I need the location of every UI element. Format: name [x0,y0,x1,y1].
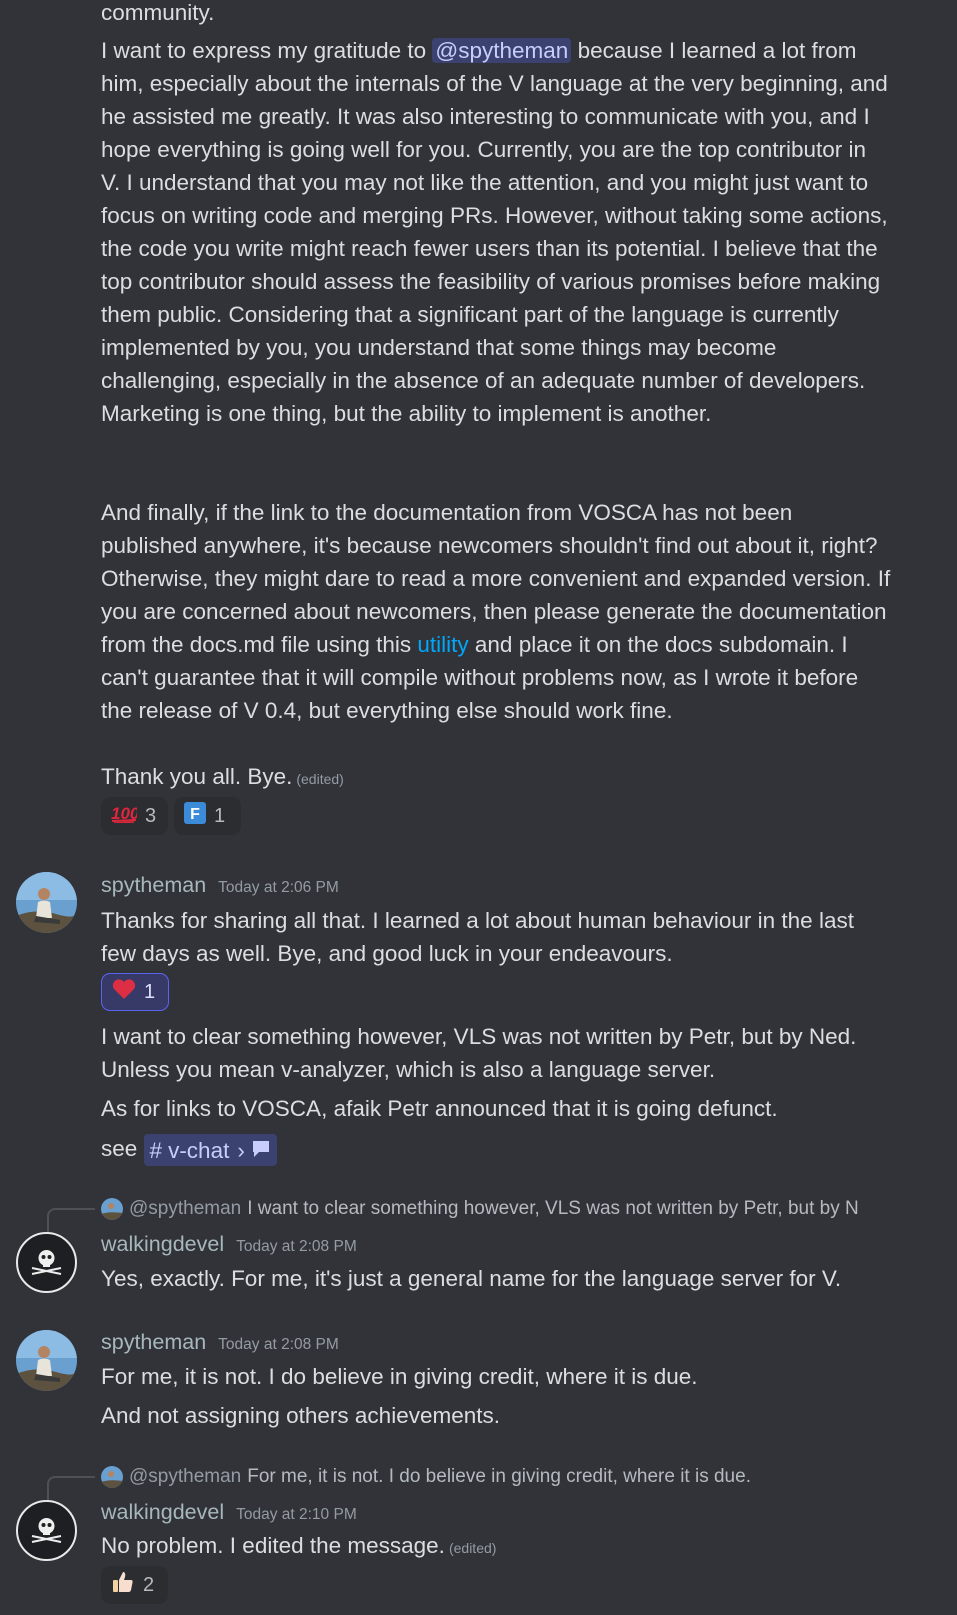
regional-f-icon: F [184,802,206,830]
reply-reference[interactable]: @spytheman For me, it is not. I do believ… [101,1464,891,1490]
username[interactable]: spytheman [101,873,206,897]
timestamp[interactable]: Today at 2:08 PM [218,1336,339,1353]
thread-bubble-icon [251,1134,271,1167]
jolly-roger-icon [19,1503,74,1558]
message-text: see # v-chat › [101,1132,891,1167]
reply-avatar [101,1197,123,1220]
reply-connector [47,1208,95,1234]
jolly-roger-icon [19,1235,74,1290]
message-text: I want to clear something however, VLS w… [101,1024,857,1082]
message-text: And not assigning others achievements. [101,1403,500,1428]
channel-mention[interactable]: # v-chat › [143,1134,277,1167]
message-header: spytheman Today at 2:08 PM [101,1330,339,1355]
message-header: spytheman Today at 2:06 PM [101,873,339,898]
user-photo-icon [16,1330,77,1391]
message-paragraph: I want to express my gratitude to @spyth… [101,38,888,426]
avatar[interactable] [16,1232,77,1293]
utility-link[interactable]: utility [417,632,468,657]
message-text: No problem. I edited the message. (edited… [101,1533,497,1558]
chevron-right-icon: › [237,1137,245,1163]
reaction-100[interactable]: 100 3 [101,797,168,835]
edited-label: (edited) [448,1540,497,1556]
message-header: walkingdevel Today at 2:10 PM [101,1500,357,1525]
100-icon: 100 [111,803,140,829]
thumbs-up-icon [111,1570,135,1600]
user-photo-icon [16,872,77,933]
message-text: Thanks for sharing all that. I learned a… [101,908,854,966]
message-text: For me, it is not. I do believe in givin… [101,1364,698,1389]
reply-avatar [101,1465,123,1488]
hash-icon: # [149,1137,163,1163]
reply-connector [47,1476,95,1502]
message-text: Yes, exactly. For me, it's just a genera… [101,1266,842,1291]
reaction-f[interactable]: F 1 [174,797,241,835]
message-paragraph: And finally, if the link to the document… [101,500,891,723]
message-paragraph: Thank you all. Bye. (edited) [101,764,344,789]
reaction-thumbs-up[interactable]: 2 [101,1566,168,1604]
message-text-fragment: community. [101,0,215,25]
message-text: As for links to VOSCA, afaik Petr announ… [101,1096,778,1121]
username[interactable]: walkingdevel [101,1500,224,1524]
reaction-heart[interactable]: 1 [101,973,169,1011]
avatar[interactable] [16,1500,77,1561]
username[interactable]: walkingdevel [101,1232,224,1256]
message-header: walkingdevel Today at 2:08 PM [101,1232,357,1257]
username[interactable]: spytheman [101,1330,206,1354]
avatar[interactable] [16,1330,77,1391]
timestamp[interactable]: Today at 2:06 PM [218,879,339,896]
avatar[interactable] [16,872,77,933]
timestamp[interactable]: Today at 2:08 PM [236,1238,357,1255]
reply-reference[interactable]: @spytheman I want to clear something howe… [101,1196,891,1222]
heart-icon [112,978,136,1006]
timestamp[interactable]: Today at 2:10 PM [236,1506,357,1523]
edited-label: (edited) [296,771,344,787]
svg-text:F: F [190,806,200,823]
user-mention[interactable]: @spytheman [432,38,572,63]
